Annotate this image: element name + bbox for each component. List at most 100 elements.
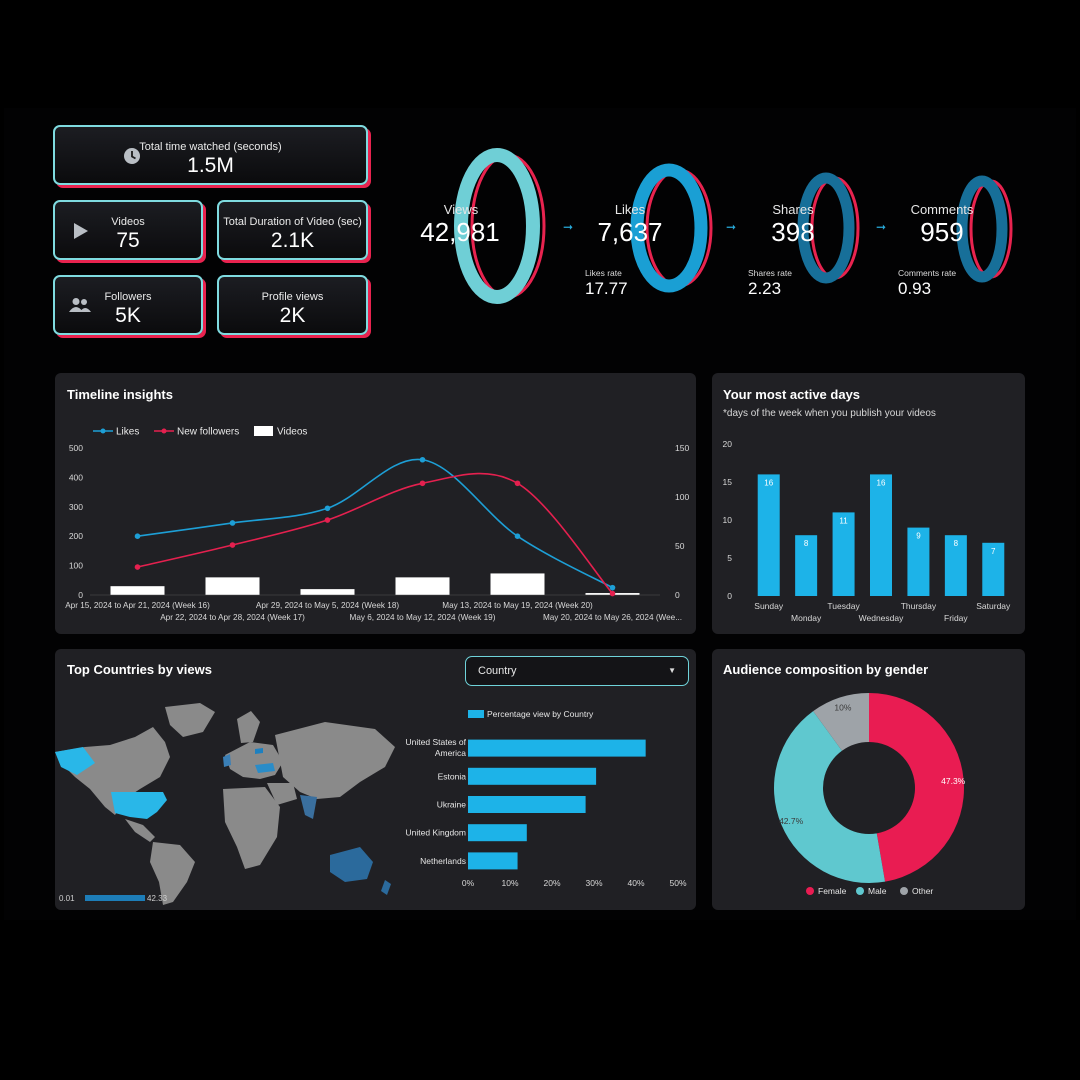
likes-point (609, 584, 616, 591)
new-followers-point (324, 517, 331, 523)
comments-value: 959 (920, 217, 964, 247)
day-bar-value: 16 (764, 478, 773, 487)
day-bar-value: 8 (804, 539, 809, 548)
likes-point (229, 520, 236, 526)
x-tick-label: May 13, 2024 to May 19, 2024 (Week 20) (442, 601, 593, 610)
y-tick: 5 (727, 553, 732, 563)
y-tick: 15 (723, 477, 733, 487)
x-tick: 10% (501, 878, 518, 888)
x-tick: 40% (627, 878, 644, 888)
day-label: Friday (944, 613, 968, 623)
legend-likes: Likes (116, 427, 139, 438)
new-followers-point (134, 564, 141, 570)
day-label: Wednesday (859, 613, 904, 623)
active-days-panel: Your most active days *days of the week … (712, 373, 1025, 634)
y-tick-right: 150 (675, 443, 689, 453)
videos-bar (300, 589, 355, 595)
new-followers-point (609, 590, 616, 597)
countries-panel: Top Countries by views Country ▼ 0.01 42… (55, 649, 696, 910)
countries-chart: Percentage view by Country United States… (406, 709, 687, 888)
countries-legend: Percentage view by Country (487, 709, 594, 719)
legend-other: Other (912, 886, 933, 896)
legend-new-followers: New followers (177, 427, 239, 438)
likes-point (324, 505, 331, 512)
country-label: United States of America (406, 737, 467, 758)
x-tick-label: Apr 15, 2024 to Apr 21, 2024 (Week 16) (65, 601, 210, 610)
views-value: 42,981 (420, 217, 500, 247)
day-bar-value: 8 (954, 539, 959, 548)
likes-rate-value: 17.77 (585, 279, 628, 298)
other-slice-label: 10% (834, 703, 851, 713)
views-label: Views (443, 202, 479, 217)
y-tick-right: 50 (675, 541, 685, 551)
likes-rate-label: Likes rate (585, 268, 622, 278)
shares-rate-label: Shares rate (748, 268, 792, 278)
female-slice-label: 47.3% (941, 776, 966, 786)
y-tick-left: 100 (69, 561, 83, 571)
x-tick: 0% (462, 878, 475, 888)
female-slice (869, 693, 964, 882)
legend-swatch (900, 887, 908, 895)
legend-female: Female (818, 886, 847, 896)
comments-rate-value: 0.93 (898, 279, 932, 298)
gender-panel: Audience composition by gender 47.3% 42.7… (712, 649, 1025, 910)
y-tick-right: 100 (675, 492, 689, 502)
x-tick-label: Apr 22, 2024 to Apr 28, 2024 (Week 17) (160, 613, 305, 622)
x-tick-label: May 6, 2024 to May 12, 2024 (Week 19) (350, 613, 496, 622)
funnel-arrow-icon: ➞ (563, 220, 574, 234)
gender-chart: 47.3% 42.7% 10% Female Male Other (774, 693, 966, 896)
country-bar (468, 739, 646, 757)
day-bar-value: 7 (991, 547, 996, 556)
day-label: Sunday (754, 601, 784, 611)
country-label: United Kingdom (406, 828, 466, 838)
y-tick: 10 (723, 515, 733, 525)
x-tick: 50% (669, 878, 686, 888)
active-days-chart: 0 5 10 15 20 16 Sunday 8 Monday 11 Tuesday 16 Wednes… (723, 439, 1012, 623)
y-tick: 20 (723, 439, 733, 449)
likes-point (514, 533, 521, 539)
likes-point (134, 533, 141, 539)
legend-male: Male (868, 886, 887, 896)
timeline-legend: Likes New followers Videos (93, 426, 307, 438)
likes-label: Likes (614, 202, 646, 217)
shares-rate-value: 2.23 (748, 279, 782, 298)
day-bar (870, 474, 892, 596)
male-slice-label: 42.7% (779, 816, 804, 826)
country-label: Ukraine (437, 800, 467, 810)
x-tick-label: Apr 29, 2024 to May 5, 2024 (Week 18) (256, 601, 399, 610)
likes-line (137, 458, 613, 589)
funnel-arrow-icon: ➞ (726, 220, 737, 234)
comments-rate-label: Comments rate (898, 268, 957, 278)
y-tick-left: 200 (69, 531, 83, 541)
country-bar (468, 796, 586, 813)
x-tick: 20% (543, 878, 560, 888)
videos-bar (205, 577, 260, 595)
funnel-arrow-icon: ➞ (876, 220, 887, 234)
new-followers-point (229, 542, 236, 548)
country-bar (468, 767, 597, 785)
day-label: Thursday (901, 601, 937, 611)
day-label: Monday (791, 613, 822, 623)
x-tick: 30% (585, 878, 602, 888)
country-bar (468, 824, 527, 842)
y-tick-left: 400 (69, 472, 83, 482)
day-label: Tuesday (827, 601, 860, 611)
day-bar-value: 9 (916, 532, 921, 541)
day-bar (757, 474, 780, 596)
legend-videos: Videos (277, 427, 307, 438)
day-label: Saturday (976, 601, 1011, 611)
y-tick: 0 (727, 591, 732, 601)
videos-bar (395, 577, 450, 595)
country-bar (468, 852, 518, 870)
legend-swatch (806, 887, 814, 895)
country-label: Netherlands (420, 856, 466, 866)
new-followers-point (419, 480, 426, 487)
day-bar-value: 16 (877, 478, 886, 487)
videos-bar (490, 573, 545, 595)
y-tick-left: 300 (69, 502, 83, 512)
comments-label: Comments (910, 202, 974, 217)
timeline-panel: Timeline insights Likes New followers Vi… (55, 373, 696, 634)
y-tick-left: 500 (69, 443, 83, 453)
new-followers-point (514, 480, 521, 487)
y-tick-left: 0 (78, 590, 83, 600)
